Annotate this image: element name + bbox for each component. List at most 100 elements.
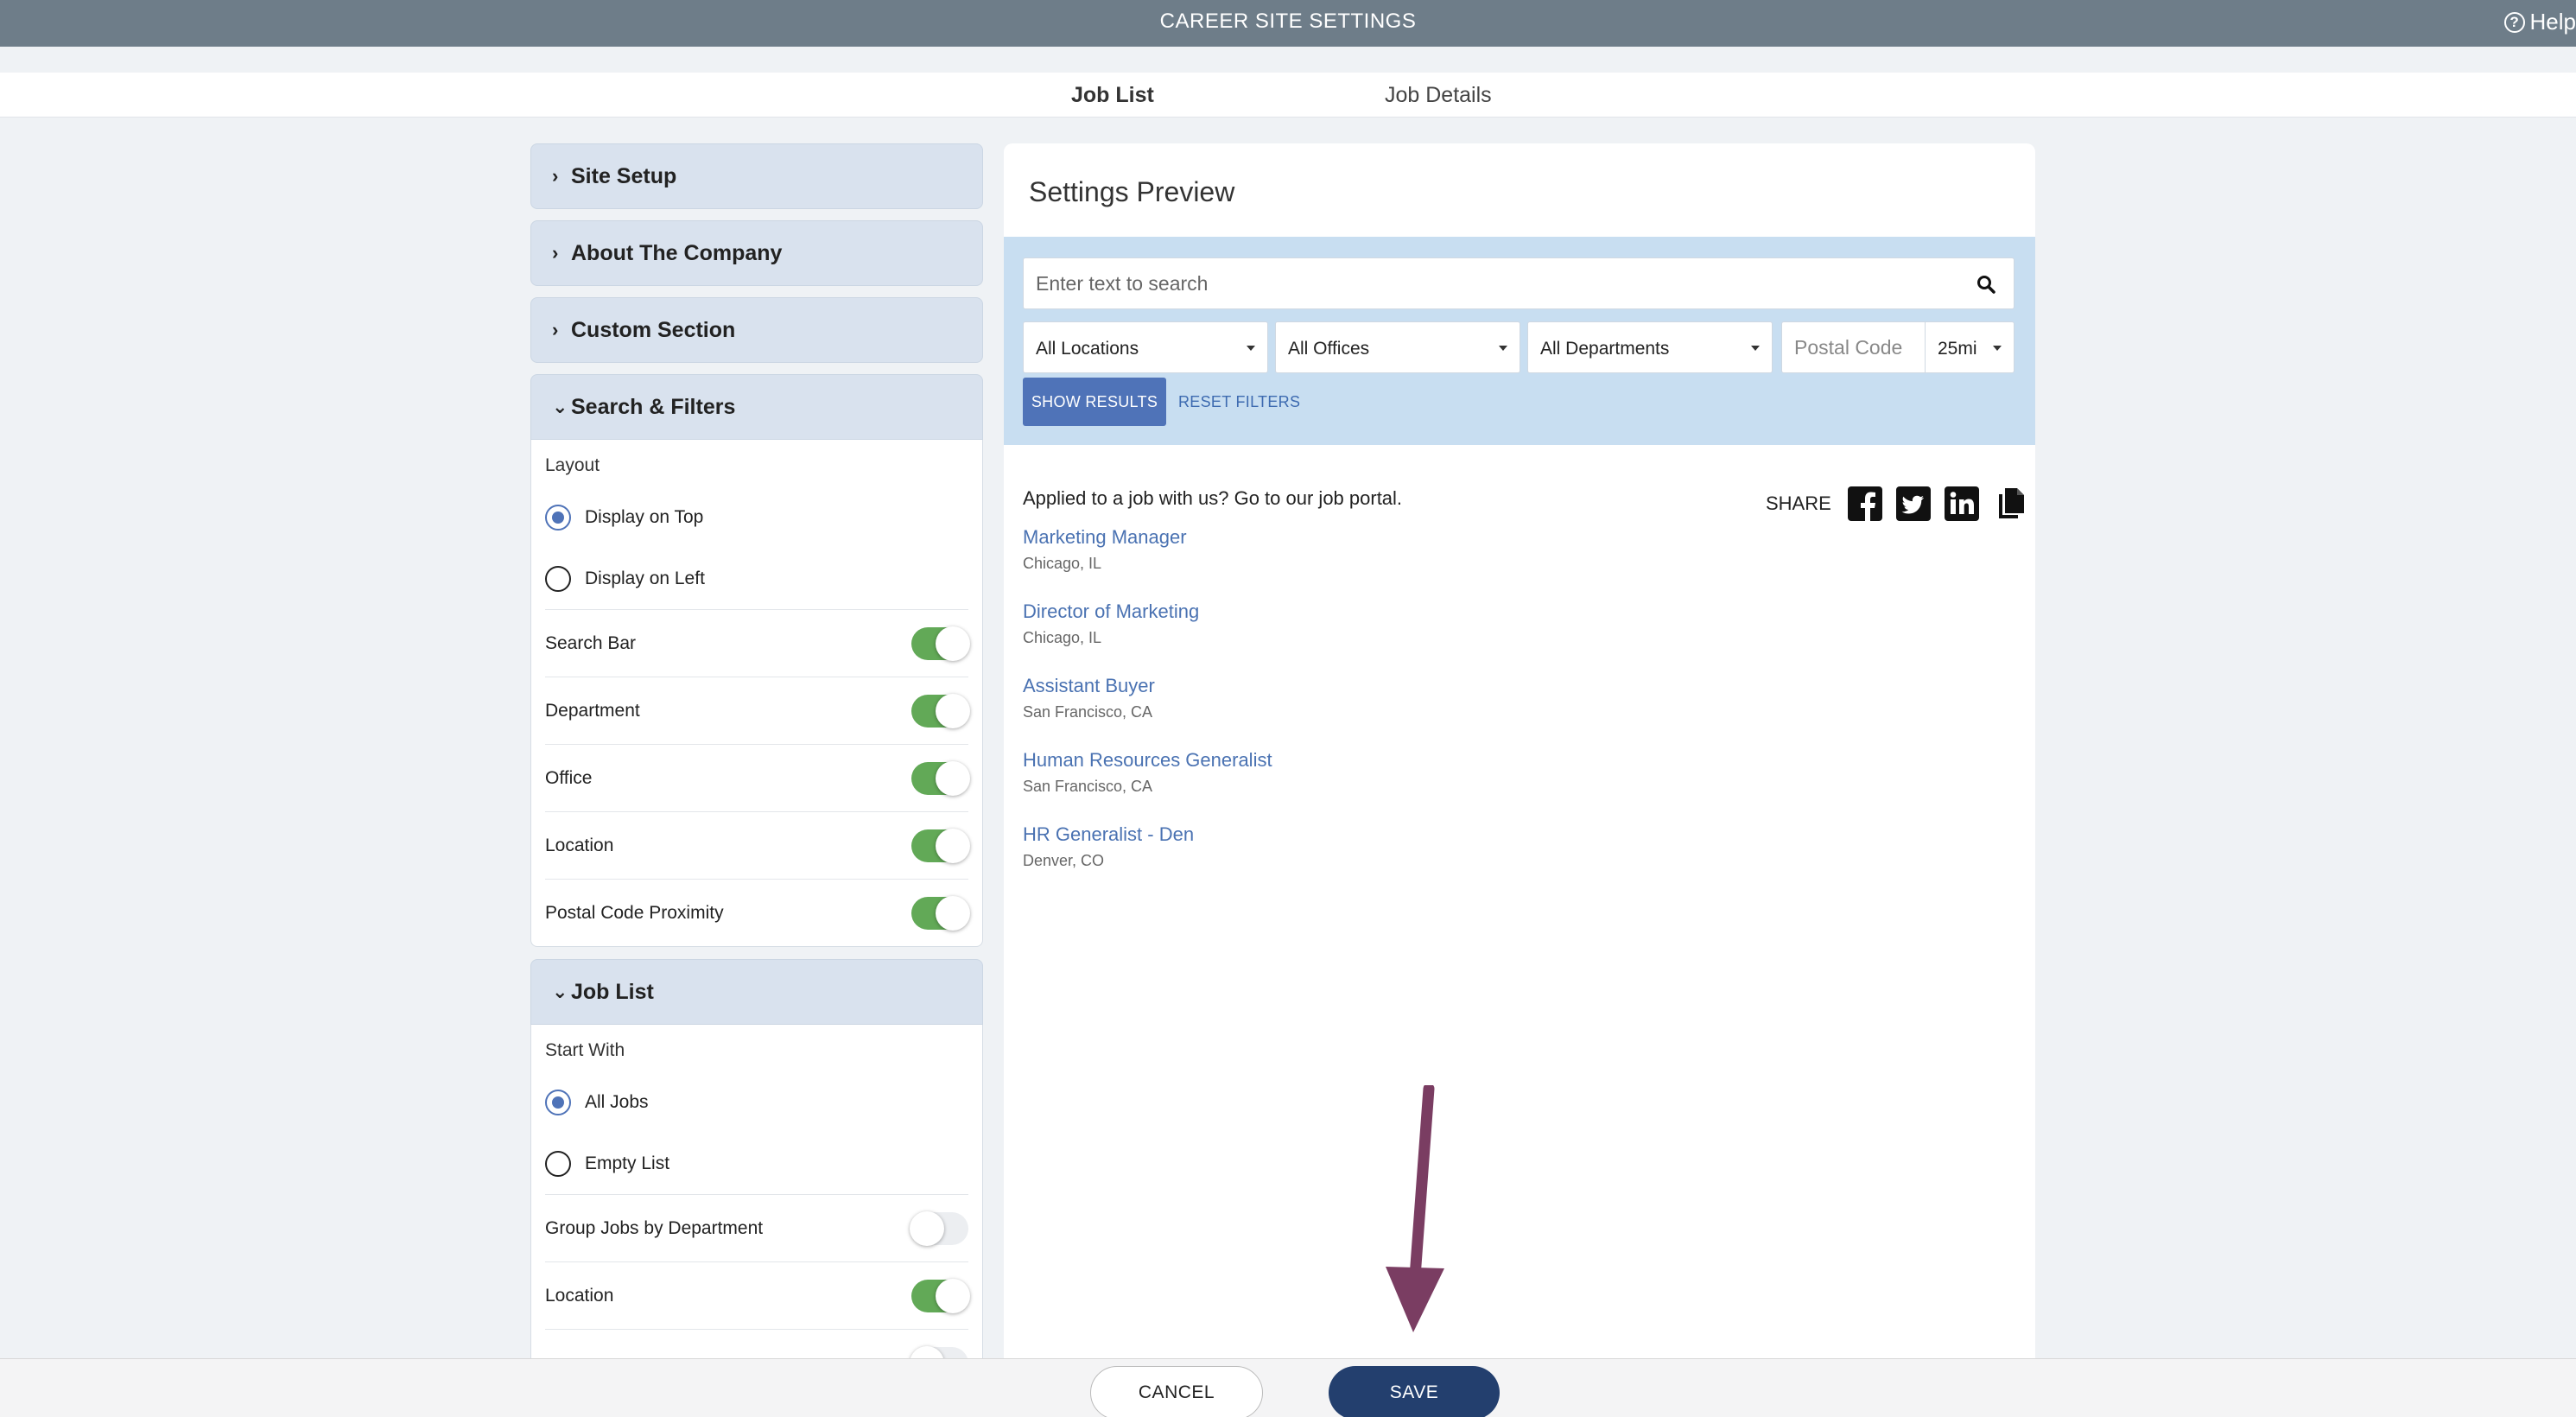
search-bar-toggle[interactable]: [911, 626, 970, 661]
toggle-row-location: Location: [545, 1261, 970, 1329]
toggle-label: Group Jobs by Department: [545, 1217, 764, 1238]
group-jobs-toggle[interactable]: [910, 1210, 968, 1246]
linkedin-icon[interactable]: [1944, 486, 1980, 522]
caret-down-icon: [1247, 346, 1255, 351]
radio-display-left[interactable]: Display on Left: [545, 548, 968, 609]
job-location: San Francisco, CA: [1023, 703, 1153, 721]
job-location: Chicago, IL: [1023, 555, 1102, 572]
radio-empty-list[interactable]: Empty List: [545, 1133, 968, 1194]
cancel-button[interactable]: CANCEL: [1090, 1366, 1263, 1417]
layout-label: Layout: [545, 455, 600, 475]
help-link[interactable]: ? Help: [2503, 9, 2576, 35]
radius-select[interactable]: 25mi: [1925, 321, 2014, 373]
select-value: All Departments: [1540, 339, 1670, 359]
toggle-label: Location: [545, 835, 614, 855]
select-value: All Offices: [1288, 339, 1370, 359]
page-title: CAREER SITE SETTINGS: [1159, 10, 1417, 33]
help-label: Help: [2529, 9, 2576, 35]
toggle-label: Postal Code Proximity: [545, 902, 724, 923]
chevron-down-icon: ⌄: [552, 396, 568, 417]
radio-label: Display on Top: [585, 506, 704, 527]
search-icon[interactable]: [1976, 274, 1996, 295]
job-location: Chicago, IL: [1023, 629, 1102, 646]
list-item: Director of Marketing Chicago, IL: [1023, 600, 1272, 675]
facebook-icon[interactable]: [1847, 486, 1883, 522]
footer-bar: CANCEL SAVE: [0, 1358, 2576, 1417]
location-toggle[interactable]: [911, 1278, 970, 1313]
section-title: Search & Filters: [571, 394, 736, 419]
chevron-right-icon: ›: [552, 165, 559, 187]
section-title: Custom Section: [571, 317, 736, 342]
top-bar: CAREER SITE SETTINGS ? Help: [0, 0, 2576, 47]
preview-title: Settings Preview: [1029, 176, 1235, 207]
tab-job-list[interactable]: Job List: [1071, 83, 1154, 108]
caret-down-icon: [1499, 346, 1507, 351]
start-with-label: Start With: [545, 1040, 625, 1060]
search-filters-body: Layout Display on Top Display on Left Se…: [530, 440, 983, 947]
radio-label: Display on Left: [585, 568, 705, 588]
job-title-link[interactable]: Human Resources Generalist: [1023, 749, 1272, 772]
save-button[interactable]: SAVE: [1329, 1366, 1500, 1417]
radio-button[interactable]: [545, 565, 571, 592]
radio-all-jobs[interactable]: All Jobs: [545, 1071, 968, 1133]
filter-bar: Enter text to search All Locations All O…: [1004, 237, 2035, 445]
job-title-link[interactable]: Director of Marketing: [1023, 600, 1272, 623]
section-about-company[interactable]: › About The Company: [530, 220, 983, 286]
annotation-arrow-icon: [1386, 1085, 1444, 1332]
share-bar: SHARE: [1766, 486, 2028, 522]
department-select[interactable]: All Departments: [1527, 321, 1773, 373]
job-title-link[interactable]: Assistant Buyer: [1023, 675, 1272, 697]
reset-filters-link[interactable]: RESET FILTERS: [1178, 378, 1300, 426]
tab-job-details[interactable]: Job Details: [1385, 83, 1492, 108]
settings-preview: Settings Preview Enter text to search Al…: [1004, 143, 2035, 1370]
list-item: Assistant Buyer San Francisco, CA: [1023, 675, 1272, 749]
toggle-row-department: Department: [545, 677, 970, 744]
location-toggle[interactable]: [911, 828, 970, 863]
radio-label: Empty List: [585, 1153, 670, 1173]
radio-button[interactable]: [545, 1089, 571, 1115]
toggle-row-group-jobs: Group Jobs by Department: [545, 1194, 968, 1261]
section-title: About The Company: [571, 240, 783, 265]
section-custom-section[interactable]: › Custom Section: [530, 297, 983, 363]
radio-button[interactable]: [545, 504, 571, 531]
job-list-body: Start With All Jobs Empty List Group Job…: [530, 1025, 983, 1370]
job-location: Denver, CO: [1023, 852, 1105, 869]
tab-bar: Job List Job Details: [0, 73, 2576, 118]
toggle-row-office: Office: [545, 744, 970, 811]
job-title-link[interactable]: HR Generalist - Den: [1023, 823, 1272, 846]
radio-label: All Jobs: [585, 1091, 649, 1112]
search-input[interactable]: Enter text to search: [1023, 257, 2014, 309]
section-title: Site Setup: [571, 163, 677, 188]
radio-button[interactable]: [545, 1150, 571, 1177]
list-item: Human Resources Generalist San Francisco…: [1023, 749, 1272, 823]
toggle-row-location: Location: [545, 811, 970, 879]
postal-code-input[interactable]: Postal Code: [1781, 321, 1926, 373]
section-job-list[interactable]: ⌄ Job List: [530, 959, 983, 1025]
job-title-link[interactable]: Marketing Manager: [1023, 526, 1272, 549]
toggle-row-postal-code: Postal Code Proximity: [545, 879, 970, 946]
caret-down-icon: [1993, 346, 2002, 351]
office-select[interactable]: All Offices: [1275, 321, 1520, 373]
share-label: SHARE: [1766, 492, 1831, 514]
office-toggle[interactable]: [911, 760, 970, 796]
job-location: San Francisco, CA: [1023, 778, 1153, 795]
toggle-label: Location: [545, 1285, 614, 1306]
toggle-label: Search Bar: [545, 632, 637, 653]
chevron-down-icon: ⌄: [552, 981, 568, 1002]
toggle-row-search-bar: Search Bar: [545, 609, 970, 677]
help-icon: ?: [2503, 11, 2525, 33]
chevron-right-icon: ›: [552, 319, 559, 340]
select-value: 25mi: [1938, 339, 1977, 359]
show-results-button[interactable]: SHOW RESULTS: [1023, 378, 1166, 426]
radio-display-top[interactable]: Display on Top: [545, 486, 968, 548]
department-toggle[interactable]: [911, 693, 970, 728]
section-search-filters[interactable]: ⌄ Search & Filters: [530, 374, 983, 440]
postal-code-toggle[interactable]: [911, 895, 970, 931]
job-portal-text: Applied to a job with us? Go to our job …: [1023, 487, 1403, 509]
twitter-icon[interactable]: [1895, 486, 1932, 522]
caret-down-icon: [1751, 346, 1760, 351]
section-site-setup[interactable]: › Site Setup: [530, 143, 983, 209]
job-list: Marketing Manager Chicago, IL Director o…: [1023, 526, 1272, 898]
location-select[interactable]: All Locations: [1023, 321, 1268, 373]
copy-icon[interactable]: [1992, 486, 2028, 522]
